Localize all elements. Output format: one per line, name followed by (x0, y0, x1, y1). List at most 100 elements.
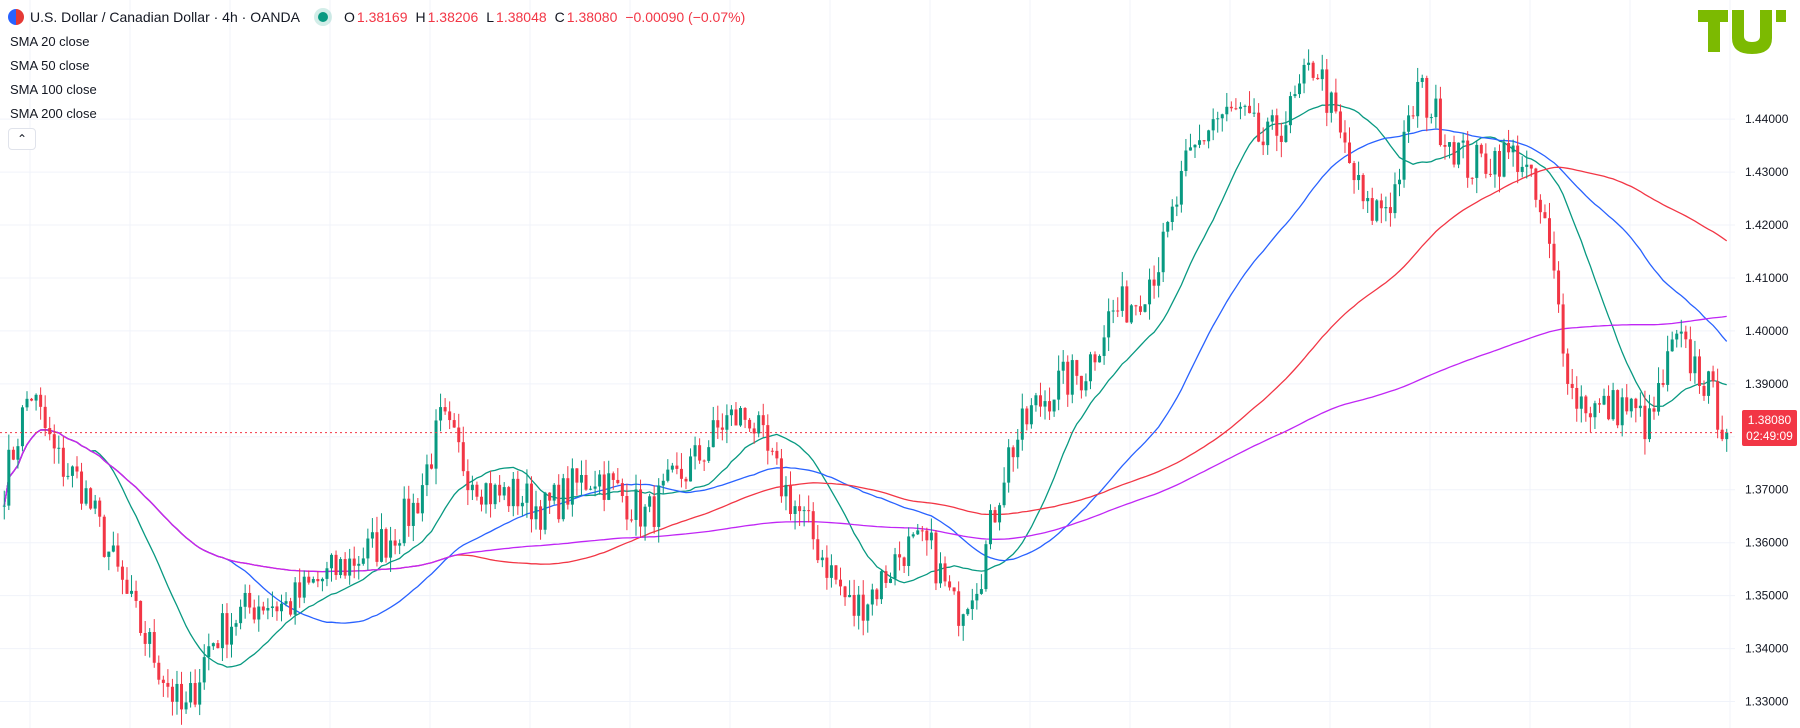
candle-body (811, 511, 815, 540)
symbol-title[interactable]: U.S. Dollar / Canadian Dollar · 4h · OAN… (30, 9, 300, 25)
candle-body (316, 579, 320, 582)
candle-body (1493, 150, 1497, 175)
candle-body (270, 606, 274, 609)
low-value: 1.38048 (496, 9, 547, 25)
candle-body (1652, 408, 1656, 412)
candle-body (789, 484, 793, 515)
candle-body (1088, 354, 1092, 382)
collapse-indicators-button[interactable]: ⌃ (8, 128, 36, 150)
price-tick-label: 1.33000 (1745, 695, 1789, 709)
bar-countdown: 02:49:09 (1746, 429, 1793, 443)
indicator-sma-20[interactable]: SMA 20 close (10, 34, 90, 49)
candle-body (357, 563, 361, 566)
candle-body (852, 594, 856, 616)
candle-body (861, 594, 865, 621)
candle-body (89, 488, 93, 509)
indicator-label: SMA (10, 82, 38, 97)
candle-body (1129, 305, 1133, 323)
sma-line-50 (3, 128, 1728, 624)
candle-body (180, 683, 184, 710)
candle-body (916, 530, 920, 535)
candle-body (1411, 115, 1415, 117)
candle-body (779, 458, 783, 497)
candle-body (420, 485, 424, 514)
candle-body (925, 530, 929, 541)
candle-body (80, 471, 84, 504)
candle-body (1148, 279, 1152, 305)
candle-body (1338, 111, 1342, 133)
candle-body (289, 601, 293, 615)
candle-body (1538, 199, 1542, 213)
candle-body (1388, 207, 1392, 214)
usd-cad-flag-icon (8, 9, 24, 25)
candle-body (884, 571, 888, 583)
candle-body (479, 496, 483, 505)
candle-body (1298, 83, 1302, 95)
candle-body (402, 498, 406, 544)
candle-body (293, 582, 297, 615)
candle-body (207, 646, 211, 658)
candle-body (743, 407, 747, 420)
candle-body (1497, 150, 1501, 177)
sma-lines (3, 103, 1728, 668)
sma-line-20 (3, 103, 1727, 668)
candle-body (266, 608, 270, 611)
candle-body (920, 530, 924, 532)
candle-body (1116, 310, 1120, 312)
price-tick-label: 1.39000 (1745, 377, 1789, 391)
candle-body (1275, 115, 1279, 136)
candle-body (166, 682, 170, 687)
candle-body (370, 532, 374, 539)
candle-body (675, 465, 679, 469)
candle-body (1329, 92, 1333, 113)
candle-body (257, 606, 261, 620)
candle-body (39, 394, 43, 407)
candle-body (1543, 212, 1547, 219)
candle-body (993, 510, 997, 523)
candle-body (661, 480, 665, 486)
price-chart[interactable]: 1.33000 1.34000 1.35000 1.36000 1.37000 1.380… (0, 0, 1800, 728)
candle-body (1625, 397, 1629, 412)
candle-body (1102, 337, 1106, 356)
candle-body (1488, 173, 1492, 175)
candle-body (252, 607, 256, 620)
open-label: O (344, 9, 355, 25)
candle-body (30, 398, 34, 401)
candle-body (1552, 243, 1556, 271)
indicator-sma-100[interactable]: SMA 100 close (10, 82, 97, 97)
candle-body (820, 557, 824, 561)
candle-body (211, 643, 215, 647)
candle-body (493, 484, 497, 505)
candle-body (579, 474, 583, 483)
candle-body (1547, 218, 1551, 244)
candle-body (625, 496, 629, 520)
candle-body (175, 683, 179, 702)
candle-body (57, 447, 61, 449)
candle-body (498, 484, 502, 496)
candle-body (525, 483, 529, 503)
candle-body (589, 488, 593, 490)
candle-body (516, 478, 520, 507)
candle-body (425, 464, 429, 486)
indicator-sma-50[interactable]: SMA 50 close (10, 58, 90, 73)
candle-body (1348, 142, 1352, 164)
candle-body (961, 614, 965, 626)
candle-body (111, 545, 115, 552)
candle-body (593, 486, 597, 489)
candle-body (848, 594, 852, 598)
candle-body (1693, 356, 1697, 374)
candle-body (1107, 311, 1111, 338)
candle-body (11, 449, 15, 460)
candle-body (1675, 333, 1679, 340)
candle-body (61, 447, 65, 477)
candle-body (1198, 140, 1202, 145)
candle-body (1229, 106, 1233, 109)
candle-body (666, 469, 670, 481)
high-value: 1.38206 (427, 9, 479, 25)
candle-body (125, 579, 129, 594)
indicator-sma-200[interactable]: SMA 200 close (10, 106, 97, 121)
candle-body (75, 466, 79, 472)
candle-body (1643, 405, 1647, 440)
candle-body (1716, 381, 1720, 430)
candle-body (1257, 112, 1261, 142)
